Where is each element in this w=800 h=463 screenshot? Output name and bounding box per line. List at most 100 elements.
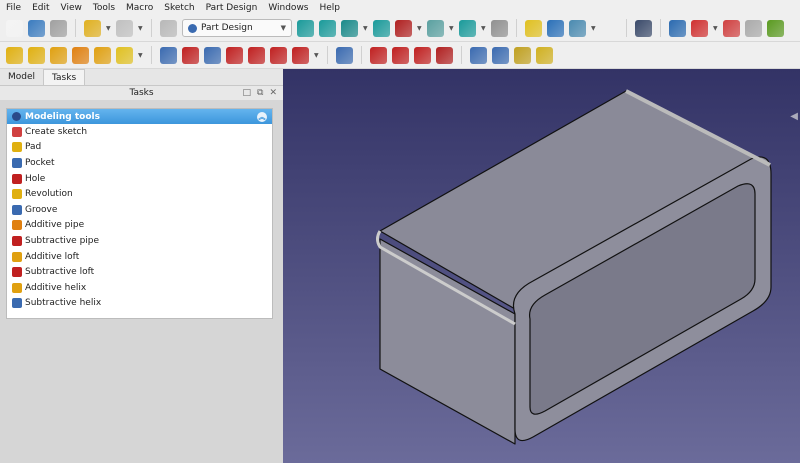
draft-icon[interactable] xyxy=(414,46,431,64)
revolution-icon xyxy=(12,189,22,200)
dropdown-arrow-icon[interactable]: ▼ xyxy=(138,52,143,59)
tool-subtractive-loft[interactable]: Subtractive loft xyxy=(7,264,272,280)
pocket-icon[interactable] xyxy=(160,46,177,64)
polar-pattern-icon[interactable] xyxy=(514,46,531,64)
panel-header[interactable]: Modeling tools ︽ xyxy=(7,109,272,124)
dropdown-arrow-icon[interactable]: ▼ xyxy=(106,25,111,32)
isometric-view-icon[interactable] xyxy=(341,19,358,37)
dropdown-arrow-icon[interactable]: ▼ xyxy=(363,25,368,32)
menu-view[interactable]: View xyxy=(55,3,87,13)
revolution-icon[interactable] xyxy=(28,46,45,64)
refresh-icon[interactable] xyxy=(160,19,177,37)
groove-icon xyxy=(12,204,22,215)
additive-pipe-icon[interactable] xyxy=(72,46,89,64)
tool-subtractive-pipe[interactable]: Subtractive pipe xyxy=(7,233,272,249)
workbench-label: Part Design xyxy=(201,23,253,33)
tool-subtractive-helix[interactable]: Subtractive helix xyxy=(7,296,272,312)
standard-views-icon[interactable] xyxy=(427,19,444,37)
subtractive-pipe-icon[interactable] xyxy=(248,46,265,64)
additive-helix-icon[interactable] xyxy=(94,46,111,64)
dropdown-arrow-icon[interactable]: ▼ xyxy=(481,25,486,32)
maximize-icon[interactable]: □ xyxy=(243,86,252,100)
measure-icon[interactable] xyxy=(491,19,508,37)
undo-icon[interactable] xyxy=(84,19,101,37)
workbench-selector[interactable]: Part Design ▼ xyxy=(182,19,292,37)
subtractive-primitive-icon[interactable] xyxy=(292,46,309,64)
tool-revolution[interactable]: Revolution xyxy=(7,186,272,202)
tool-label: Additive pipe xyxy=(25,220,85,231)
tool-pocket[interactable]: Pocket xyxy=(7,155,272,171)
clone-icon[interactable] xyxy=(767,19,784,37)
save-icon[interactable] xyxy=(50,19,67,37)
navigation-arrow-icon[interactable]: ◀ xyxy=(790,111,798,122)
close-icon[interactable]: ✕ xyxy=(269,86,277,100)
toolbar-separator xyxy=(660,19,661,37)
menu-part-design[interactable]: Part Design xyxy=(200,3,263,13)
variable-set-icon[interactable] xyxy=(601,20,618,37)
linear-pattern-icon[interactable] xyxy=(492,46,509,64)
menu-file[interactable]: File xyxy=(0,3,26,13)
pad-icon[interactable] xyxy=(6,46,23,64)
menu-tools[interactable]: Tools xyxy=(87,3,120,13)
dropdown-arrow-icon[interactable]: ▼ xyxy=(417,25,422,32)
tool-hole[interactable]: Hole xyxy=(7,171,272,187)
tab-tasks[interactable]: Tasks xyxy=(43,69,86,85)
tool-additive-pipe[interactable]: Additive pipe xyxy=(7,218,272,234)
subtractive-helix-icon[interactable] xyxy=(270,46,287,64)
tab-model[interactable]: Model xyxy=(0,69,43,85)
link-icon[interactable] xyxy=(569,19,586,37)
additive-primitive-icon[interactable] xyxy=(116,46,133,64)
draw-style-icon[interactable] xyxy=(395,19,412,37)
additive-pipe-icon xyxy=(12,220,22,231)
hole-icon xyxy=(12,173,22,184)
tool-label: Hole xyxy=(25,173,46,184)
3d-viewport[interactable]: ◀ xyxy=(283,69,800,463)
dropdown-arrow-icon[interactable]: ▼ xyxy=(449,25,454,32)
part-design-icon xyxy=(188,23,197,33)
menu-help[interactable]: Help xyxy=(314,3,346,13)
whats-this-icon[interactable] xyxy=(635,19,652,37)
subtractive-loft-icon[interactable] xyxy=(226,46,243,64)
tasks-header: Tasks □ ⧉ ✕ xyxy=(0,86,283,100)
group-icon[interactable] xyxy=(547,19,564,37)
chamfer-icon[interactable] xyxy=(392,46,409,64)
menu-sketch[interactable]: Sketch xyxy=(158,3,199,13)
menu-macro[interactable]: Macro xyxy=(120,3,158,13)
body-icon[interactable] xyxy=(669,19,686,37)
zoom-fit-all-icon[interactable] xyxy=(297,19,314,37)
tool-create-sketch[interactable]: Create sketch xyxy=(7,124,272,140)
front-view-icon[interactable] xyxy=(373,19,390,37)
shape-binder-icon[interactable] xyxy=(745,19,762,37)
dropdown-arrow-icon[interactable]: ▼ xyxy=(138,25,143,32)
groove-icon[interactable] xyxy=(204,46,221,64)
validate-sketch-icon[interactable] xyxy=(723,19,740,37)
dropdown-arrow-icon[interactable]: ▼ xyxy=(591,25,596,32)
menu-edit[interactable]: Edit xyxy=(26,3,54,13)
fillet-icon[interactable] xyxy=(370,46,387,64)
mirrored-icon[interactable] xyxy=(470,46,487,64)
tool-additive-loft[interactable]: Additive loft xyxy=(7,249,272,265)
tool-additive-helix[interactable]: Additive helix xyxy=(7,280,272,296)
menu-windows[interactable]: Windows xyxy=(262,3,313,13)
tool-groove[interactable]: Groove xyxy=(7,202,272,218)
collapse-icon[interactable]: ︽ xyxy=(257,111,267,122)
additive-loft-icon[interactable] xyxy=(50,46,67,64)
tool-label: Pocket xyxy=(25,157,55,168)
new-file-icon[interactable] xyxy=(6,19,23,37)
zoom-fit-selection-icon[interactable] xyxy=(319,19,336,37)
boolean-icon[interactable] xyxy=(336,46,353,64)
additive-helix-icon xyxy=(12,282,22,293)
tool-label: Groove xyxy=(25,204,58,215)
redo-icon[interactable] xyxy=(116,19,133,37)
zoom-icon[interactable] xyxy=(459,19,476,37)
multitransform-icon[interactable] xyxy=(536,46,553,64)
float-icon[interactable]: ⧉ xyxy=(257,86,263,100)
dropdown-arrow-icon[interactable]: ▼ xyxy=(314,52,319,59)
dropdown-arrow-icon[interactable]: ▼ xyxy=(713,25,718,32)
thickness-icon[interactable] xyxy=(436,46,453,64)
hole-icon[interactable] xyxy=(182,46,199,64)
sketch-icon[interactable] xyxy=(691,19,708,37)
tool-pad[interactable]: Pad xyxy=(7,140,272,156)
open-file-icon[interactable] xyxy=(28,19,45,37)
part-icon[interactable] xyxy=(525,19,542,37)
